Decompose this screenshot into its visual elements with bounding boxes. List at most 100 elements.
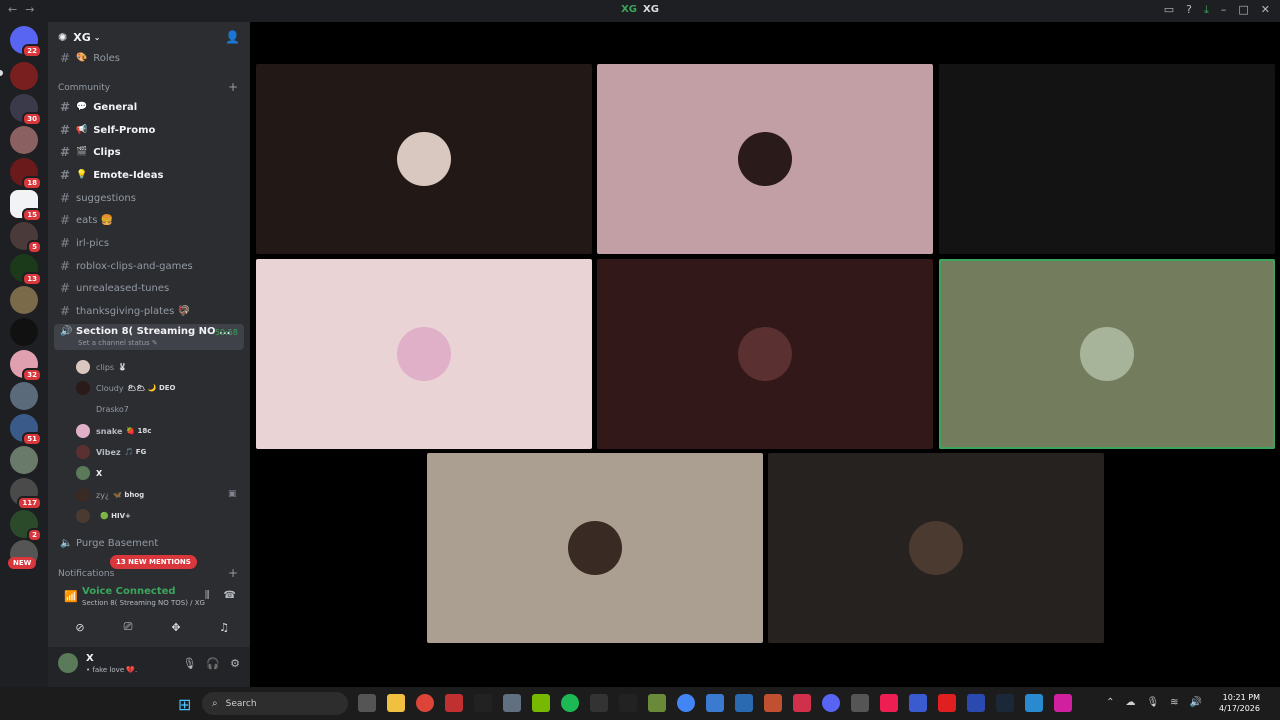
voice-user[interactable]: clips 🐰 — [76, 358, 127, 376]
app-icon[interactable] — [967, 694, 985, 712]
participant-tile[interactable] — [597, 64, 933, 254]
channel-unrealeased-tunes[interactable]: # unrealeased-tunes — [54, 278, 244, 298]
participant-tile-speaking[interactable] — [939, 259, 1275, 449]
participant-tile[interactable] — [597, 259, 933, 449]
avatar[interactable] — [58, 653, 78, 673]
channel-roblox-clips-and-games[interactable]: # roblox-clips-and-games — [54, 256, 244, 276]
signal-icon[interactable]: 📶 — [64, 590, 78, 603]
camera-off-icon[interactable]: ⊘ — [60, 616, 100, 638]
minecraft-icon[interactable] — [648, 694, 666, 712]
task-view-icon[interactable] — [358, 694, 376, 712]
noise-suppression-icon[interactable]: ⫼ — [205, 590, 210, 601]
gear-icon[interactable]: ⚙ — [230, 657, 240, 670]
server-icon[interactable] — [10, 286, 38, 314]
close-button[interactable]: ✕ — [1261, 3, 1270, 17]
app-icon[interactable] — [793, 694, 811, 712]
channel-irl-pics[interactable]: # irl-pics — [54, 233, 244, 253]
voice-channel-section-8[interactable]: 🔊 Section 8( Streaming NO ... Set a chan… — [54, 324, 244, 350]
chevron-up-icon[interactable]: ⌃ — [1106, 697, 1114, 708]
microphone-icon[interactable]: 🎙 — [1146, 697, 1159, 708]
server-icon[interactable] — [10, 318, 38, 346]
taskbar-search[interactable]: ⌕ Search — [202, 692, 348, 715]
category-notifications[interactable]: Notifications — [58, 569, 114, 579]
system-clock[interactable]: 10:21 PM 4/17/2026 — [1219, 692, 1260, 714]
user-name[interactable]: X — [86, 653, 94, 664]
voice-user[interactable]: Cloudy 🌥🌥 🌙 DEO — [76, 379, 176, 397]
server-icon[interactable]: 32 — [10, 350, 42, 382]
chrome-icon[interactable] — [677, 694, 695, 712]
voice-channel-path[interactable]: Section 8( Streaming NO TOS) / XG — [82, 599, 205, 607]
app-icon[interactable] — [938, 694, 956, 712]
server-icon[interactable]: 18 — [10, 158, 42, 190]
app-icon[interactable] — [474, 694, 492, 712]
file-explorer-icon[interactable] — [387, 694, 405, 712]
microphone-icon[interactable]: 🎙 — [182, 657, 196, 670]
chrome-icon[interactable] — [416, 694, 434, 712]
server-icon[interactable] — [10, 62, 38, 90]
wifi-icon[interactable]: ≋ — [1170, 697, 1178, 708]
windows-start-icon[interactable]: ⊞ — [178, 695, 191, 714]
server-icon[interactable]: 13 — [10, 254, 42, 286]
channel-self-promo[interactable]: # 📢 Self-Promo — [54, 120, 244, 140]
server-icon[interactable] — [10, 126, 38, 154]
new-mentions-pill[interactable]: 13 NEW MENTIONS — [110, 555, 197, 569]
soundboard-icon[interactable]: ♫ — [204, 616, 244, 638]
channel-status-hint[interactable]: Set a channel status ✎ — [78, 339, 158, 347]
participant-tile[interactable] — [256, 259, 592, 449]
app-icon[interactable] — [619, 694, 637, 712]
active-server-icon[interactable]: 15 — [10, 190, 42, 222]
voice-user[interactable]: X — [76, 464, 106, 482]
channel-emote-ideas[interactable]: # 💡 Emote-Ideas — [54, 165, 244, 185]
voice-user[interactable]: Vibez 🎵 FG — [76, 443, 146, 461]
participant-tile[interactable] — [256, 64, 592, 254]
app-icon[interactable] — [735, 694, 753, 712]
tiktok-icon[interactable] — [880, 694, 898, 712]
app-icon[interactable] — [1054, 694, 1072, 712]
app-icon[interactable] — [1025, 694, 1043, 712]
activities-icon[interactable]: ✥ — [156, 616, 196, 638]
server-icon[interactable]: 5 — [10, 222, 42, 254]
app-icon[interactable] — [909, 694, 927, 712]
app-icon[interactable] — [851, 694, 869, 712]
server-icon[interactable]: 117 — [10, 478, 42, 510]
create-channel-icon[interactable]: + — [228, 566, 238, 580]
add-member-icon[interactable]: 👤 — [225, 30, 240, 44]
voice-user[interactable]: 🟢 HIV+ — [76, 507, 131, 525]
server-icon[interactable]: 51 — [10, 414, 42, 446]
help-icon[interactable]: ? — [1186, 3, 1192, 17]
disconnect-icon[interactable]: ☎ — [224, 590, 236, 601]
channel-suggestions[interactable]: # suggestions — [54, 188, 244, 208]
nvidia-icon[interactable] — [532, 694, 550, 712]
app-icon[interactable] — [706, 694, 724, 712]
volume-icon[interactable]: 🔊 — [1190, 697, 1202, 708]
channel-general[interactable]: # 💬 General — [54, 97, 244, 117]
server-icon[interactable]: 30 — [10, 94, 42, 126]
home-icon[interactable]: 22 — [10, 26, 42, 58]
participant-tile[interactable] — [939, 64, 1275, 254]
category-community[interactable]: Community — [58, 83, 110, 93]
screen-share-button[interactable]: ⎚ — [108, 616, 148, 638]
voice-user[interactable]: Drasko7 — [76, 400, 133, 418]
voice-status[interactable]: Voice Connected — [82, 586, 176, 597]
channel-clips[interactable]: # 🎬 Clips — [54, 142, 244, 162]
voice-user[interactable]: zy¿ 🦋 bhog — [76, 486, 144, 504]
new-badge[interactable]: NEW — [8, 557, 37, 569]
minimize-button[interactable]: – — [1221, 3, 1227, 17]
voice-user[interactable]: snake 🍓 18c — [76, 422, 151, 440]
create-channel-icon[interactable]: + — [228, 80, 238, 94]
channel-eats[interactable]: # eats 🍔 — [54, 210, 244, 230]
server-icon[interactable]: 2 — [10, 510, 42, 542]
download-icon[interactable]: ⤓ — [1204, 3, 1209, 17]
server-icon[interactable] — [10, 382, 38, 410]
steam-icon[interactable] — [996, 694, 1014, 712]
channel-thanksgiving-plates[interactable]: # thanksgiving-plates 🦃 — [54, 301, 244, 321]
discord-icon[interactable] — [822, 694, 840, 712]
cloud-icon[interactable]: ☁ — [1125, 697, 1135, 708]
voice-channel-purge-basement[interactable]: 🔈 Purge Basement — [54, 533, 244, 553]
maximize-button[interactable]: □ — [1238, 3, 1248, 17]
epic-games-icon[interactable] — [590, 694, 608, 712]
participant-tile[interactable] — [427, 453, 763, 643]
spotify-icon[interactable] — [561, 694, 579, 712]
participant-tile[interactable] — [768, 453, 1104, 643]
headphones-icon[interactable]: 🎧 — [206, 657, 220, 670]
